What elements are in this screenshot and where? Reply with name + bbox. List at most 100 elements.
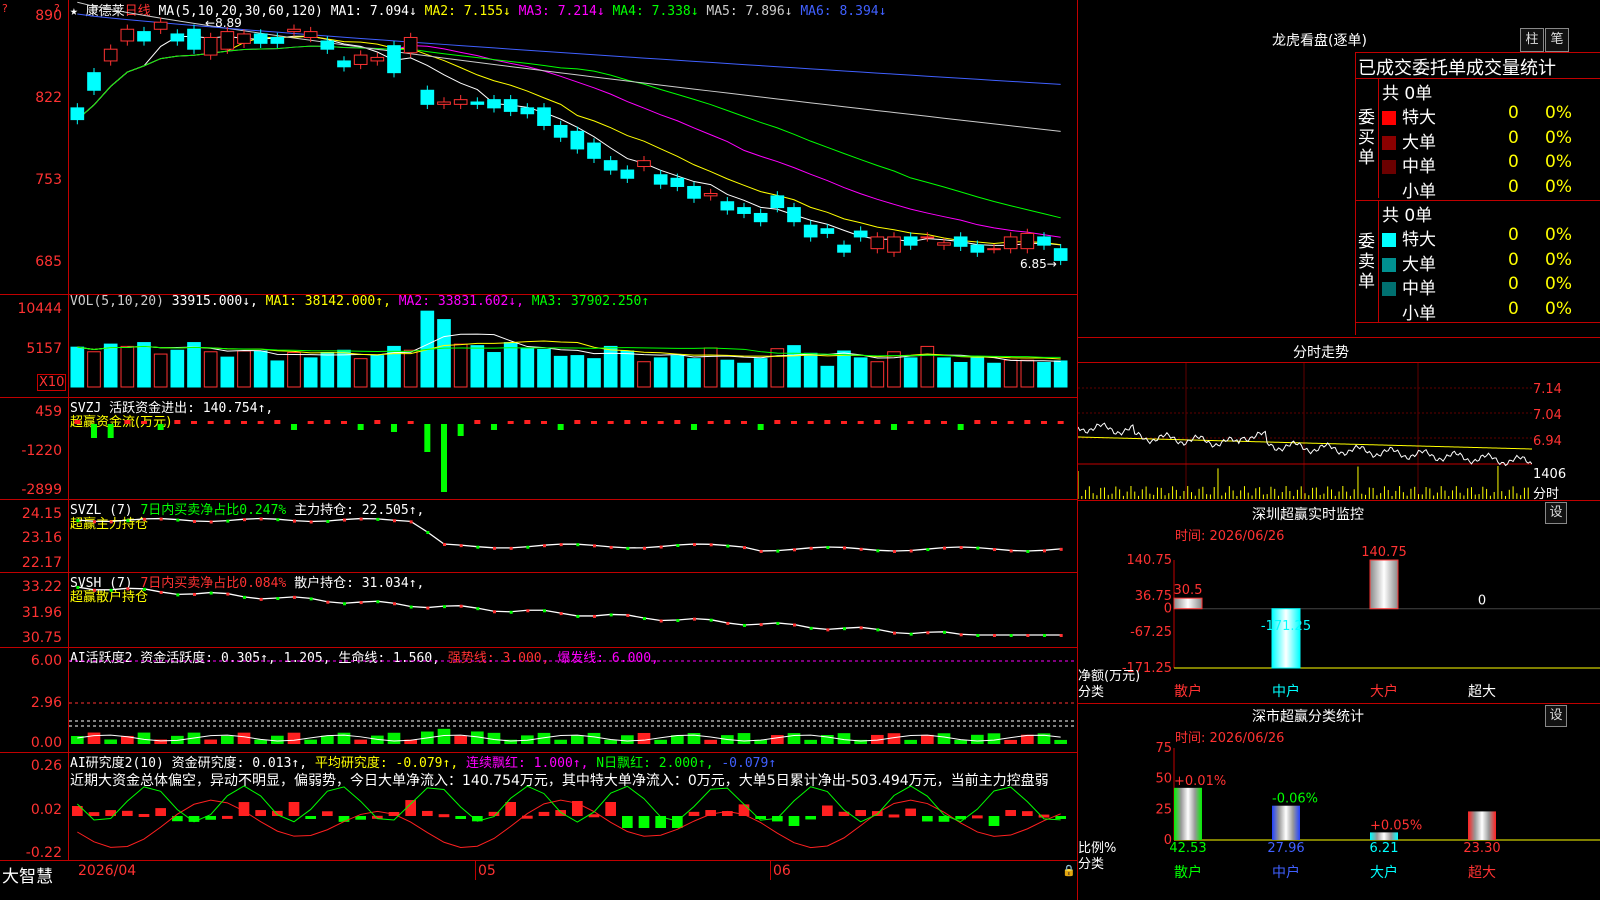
svzl-dot xyxy=(376,517,380,521)
svzj-chart[interactable] xyxy=(69,398,1076,499)
monitor-chart[interactable]: 140.7536.750-67.25-171.2530.5散户-171.25中户… xyxy=(1078,540,1600,702)
svsh-chart[interactable] xyxy=(69,573,1076,647)
intraday-chart[interactable] xyxy=(1078,363,1532,500)
vol-tick-1: 5157 xyxy=(26,341,62,357)
flow-bar xyxy=(557,424,564,430)
flow-bar xyxy=(824,420,831,424)
row-count: 0 xyxy=(1508,127,1519,148)
svsh-dot xyxy=(776,621,780,625)
svsh-dot xyxy=(209,591,213,595)
vol-chart[interactable] xyxy=(69,295,1076,397)
research-bar xyxy=(1022,811,1033,816)
monitor-settings-button[interactable]: 设 xyxy=(1545,502,1567,524)
svsh-dot xyxy=(493,610,496,614)
svsh-dot xyxy=(509,610,513,614)
vol-bar xyxy=(287,352,301,388)
classify-category: 超大 xyxy=(1468,865,1496,881)
flow-bar xyxy=(674,420,681,424)
active-bar xyxy=(771,735,784,744)
vol-bar xyxy=(920,345,935,388)
classify-chart[interactable]: 7550250+0.01%42.53散户-0.06%27.96中户+0.05%6… xyxy=(1078,740,1600,900)
candle xyxy=(387,40,401,78)
tab-bar[interactable]: 柱 xyxy=(1520,28,1544,52)
svzl-chart[interactable] xyxy=(69,500,1076,572)
svzl-dot xyxy=(1043,549,1046,553)
svzl-dot xyxy=(109,520,113,524)
vol-bar xyxy=(237,350,251,388)
svzl-dot xyxy=(609,545,613,549)
svsh-dot xyxy=(93,588,96,592)
vol-bar xyxy=(1053,360,1068,388)
svzl-dot xyxy=(743,546,746,550)
svzl-dot xyxy=(993,548,996,552)
ai-research-tick-1: 0.02 xyxy=(30,802,62,818)
kline-tick-3: 685 xyxy=(35,254,62,270)
vol-unit-badge[interactable]: X10 xyxy=(37,374,67,391)
classify-y-tick: 50 xyxy=(1155,772,1172,787)
row-count: 0 xyxy=(1508,152,1519,172)
svsh-line xyxy=(77,586,1061,636)
vol-bar xyxy=(137,342,151,388)
svsh-dot xyxy=(376,600,380,604)
buy-side-label: 委买单 xyxy=(1358,108,1375,168)
vol-bar xyxy=(637,361,651,388)
candle xyxy=(570,126,585,154)
ai-research-chart[interactable] xyxy=(69,753,1076,860)
svzl-dot xyxy=(709,543,713,547)
flow-bar xyxy=(107,424,114,438)
vol-bar xyxy=(670,355,685,388)
svsh-dot xyxy=(193,592,196,596)
row-pct: 0% xyxy=(1545,225,1572,245)
candle xyxy=(970,240,985,257)
vol-bar xyxy=(820,365,835,388)
main-chart-area[interactable]: ★ 康德莱日线 MA(5,10,20,30,60,120) MA1: 7.094… xyxy=(0,0,1077,900)
flow-bar xyxy=(174,420,181,424)
kline-chart[interactable] xyxy=(69,0,1076,294)
ma-line-2 xyxy=(77,35,1061,246)
flow-bar xyxy=(791,421,797,424)
research-bar xyxy=(272,810,283,816)
buy-row: 中单 xyxy=(1382,152,1436,177)
intra-tick-0: 7.14 xyxy=(1533,382,1562,397)
research-bar xyxy=(688,811,700,816)
ai-active-chart[interactable] xyxy=(69,648,1076,752)
vol-bar xyxy=(787,345,801,388)
svsh-dot xyxy=(893,631,896,635)
flow-bar xyxy=(941,421,947,424)
classify-bar xyxy=(1272,805,1300,840)
monitor-title: 深圳超赢实时监控 xyxy=(1252,507,1364,523)
flow-bar xyxy=(807,421,814,424)
vol-bar xyxy=(1037,361,1051,388)
vol-bar xyxy=(1003,359,1018,388)
vol-bar xyxy=(470,345,485,388)
svsh-dot xyxy=(226,592,230,596)
vol-bar xyxy=(70,346,85,388)
svzl-dot xyxy=(409,520,413,524)
color-swatch xyxy=(1382,282,1396,296)
candle xyxy=(453,94,468,110)
candle xyxy=(887,232,901,257)
research-bar xyxy=(222,815,233,819)
classify-settings-button[interactable]: 设 xyxy=(1545,705,1567,727)
tab-stroke[interactable]: 笔 xyxy=(1545,28,1569,52)
vol-bar xyxy=(320,352,335,388)
active-bar xyxy=(921,734,934,744)
classify-category: 大户 xyxy=(1370,864,1398,881)
candle xyxy=(537,103,551,131)
vol-bar xyxy=(853,357,868,388)
vol-bar xyxy=(453,343,468,388)
lock-icon[interactable]: 🔒 xyxy=(1062,864,1076,877)
svzj-tick-0: 459 xyxy=(35,404,62,420)
candle xyxy=(253,29,268,49)
vol-tick-0: 10444 xyxy=(17,301,62,317)
svzl-dot xyxy=(309,520,313,524)
active-bar xyxy=(454,735,467,744)
vol-bar xyxy=(103,343,118,388)
active-bar xyxy=(621,735,634,744)
row-count: 0 xyxy=(1508,298,1519,319)
color-swatch xyxy=(1382,135,1396,150)
flow-bar xyxy=(757,424,764,430)
svzl-tick-2: 22.17 xyxy=(21,555,62,571)
flow-bar xyxy=(291,424,297,430)
vol-bar xyxy=(503,342,518,388)
